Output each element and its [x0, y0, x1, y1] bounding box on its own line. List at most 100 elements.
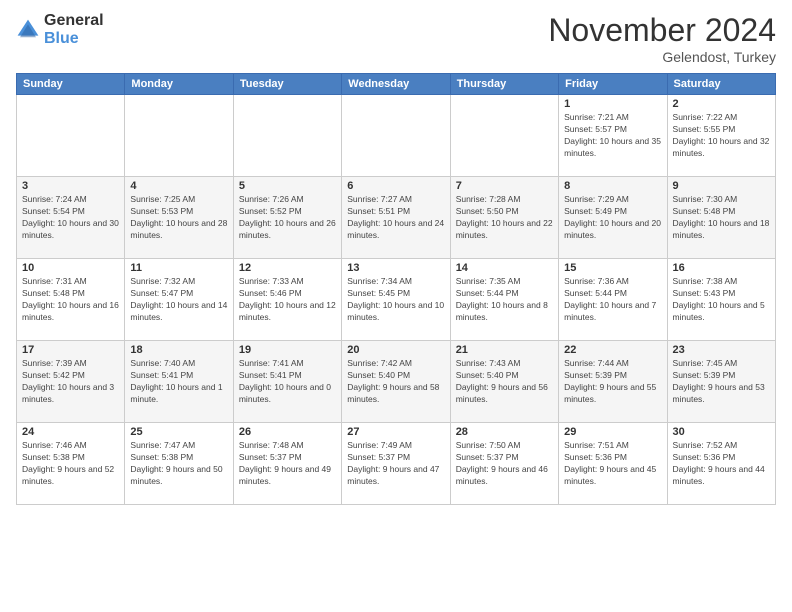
day-number: 1 — [564, 98, 661, 110]
day-info: Sunrise: 7:43 AM Sunset: 5:40 PM Dayligh… — [456, 358, 553, 406]
calendar-header: SundayMondayTuesdayWednesdayThursdayFrid… — [17, 74, 776, 95]
day-info: Sunrise: 7:44 AM Sunset: 5:39 PM Dayligh… — [564, 358, 661, 406]
calendar-page: General Blue November 2024 Gelendost, Tu… — [0, 0, 792, 612]
weekday-header-monday: Monday — [125, 74, 233, 95]
calendar-cell — [450, 95, 558, 177]
day-number: 22 — [564, 344, 661, 356]
day-info: Sunrise: 7:26 AM Sunset: 5:52 PM Dayligh… — [239, 194, 336, 242]
day-info: Sunrise: 7:33 AM Sunset: 5:46 PM Dayligh… — [239, 276, 336, 324]
calendar-cell: 4Sunrise: 7:25 AM Sunset: 5:53 PM Daylig… — [125, 177, 233, 259]
day-number: 23 — [673, 344, 770, 356]
day-info: Sunrise: 7:28 AM Sunset: 5:50 PM Dayligh… — [456, 194, 553, 242]
calendar-cell: 19Sunrise: 7:41 AM Sunset: 5:41 PM Dayli… — [233, 341, 341, 423]
day-info: Sunrise: 7:40 AM Sunset: 5:41 PM Dayligh… — [130, 358, 227, 406]
header: General Blue November 2024 Gelendost, Tu… — [16, 12, 776, 65]
day-info: Sunrise: 7:32 AM Sunset: 5:47 PM Dayligh… — [130, 276, 227, 324]
day-number: 19 — [239, 344, 336, 356]
weekday-header-thursday: Thursday — [450, 74, 558, 95]
calendar-cell: 9 Sunrise: 7:30 AM Sunset: 5:48 PM Daylig… — [667, 177, 775, 259]
month-title: November 2024 — [548, 12, 776, 49]
day-number: 29 — [564, 426, 661, 438]
calendar-cell: 23Sunrise: 7:45 AM Sunset: 5:39 PM Dayli… — [667, 341, 775, 423]
calendar-week-row: 24Sunrise: 7:46 AM Sunset: 5:38 PM Dayli… — [17, 423, 776, 505]
day-number: 27 — [347, 426, 444, 438]
day-info: Sunrise: 7:39 AM Sunset: 5:42 PM Dayligh… — [22, 358, 119, 406]
weekday-header-wednesday: Wednesday — [342, 74, 450, 95]
calendar-week-row: 3 Sunrise: 7:24 AM Sunset: 5:54 PM Daylig… — [17, 177, 776, 259]
calendar-cell: 11 Sunrise: 7:32 AM Sunset: 5:47 PM Dayli… — [125, 259, 233, 341]
calendar-cell: 16Sunrise: 7:38 AM Sunset: 5:43 PM Dayli… — [667, 259, 775, 341]
calendar-cell: 5 Sunrise: 7:26 AM Sunset: 5:52 PM Daylig… — [233, 177, 341, 259]
calendar-cell: 30 Sunrise: 7:52 AM Sunset: 5:36 PM Dayli… — [667, 423, 775, 505]
calendar-cell: 29 Sunrise: 7:51 AM Sunset: 5:36 PM Dayli… — [559, 423, 667, 505]
calendar-week-row: 10 Sunrise: 7:31 AM Sunset: 5:48 PM Dayli… — [17, 259, 776, 341]
calendar-cell: 12Sunrise: 7:33 AM Sunset: 5:46 PM Dayli… — [233, 259, 341, 341]
day-number: 9 — [673, 180, 770, 192]
day-number: 3 — [22, 180, 119, 192]
calendar-cell — [342, 95, 450, 177]
day-number: 5 — [239, 180, 336, 192]
calendar-cell: 28 Sunrise: 7:50 AM Sunset: 5:37 PM Dayli… — [450, 423, 558, 505]
day-info: Sunrise: 7:42 AM Sunset: 5:40 PM Dayligh… — [347, 358, 444, 406]
day-number: 30 — [673, 426, 770, 438]
day-info: Sunrise: 7:34 AM Sunset: 5:45 PM Dayligh… — [347, 276, 444, 324]
day-number: 10 — [22, 262, 119, 274]
day-info: Sunrise: 7:47 AM Sunset: 5:38 PM Dayligh… — [130, 440, 227, 488]
day-number: 11 — [130, 262, 227, 274]
day-info: Sunrise: 7:49 AM Sunset: 5:37 PM Dayligh… — [347, 440, 444, 488]
calendar-week-row: 17Sunrise: 7:39 AM Sunset: 5:42 PM Dayli… — [17, 341, 776, 423]
day-number: 21 — [456, 344, 553, 356]
title-area: November 2024 Gelendost, Turkey — [548, 12, 776, 65]
day-number: 7 — [456, 180, 553, 192]
day-info: Sunrise: 7:27 AM Sunset: 5:51 PM Dayligh… — [347, 194, 444, 242]
calendar-cell: 20 Sunrise: 7:42 AM Sunset: 5:40 PM Dayli… — [342, 341, 450, 423]
logo-blue: Blue — [44, 30, 79, 47]
calendar-cell: 14Sunrise: 7:35 AM Sunset: 5:44 PM Dayli… — [450, 259, 558, 341]
day-info: Sunrise: 7:25 AM Sunset: 5:53 PM Dayligh… — [130, 194, 227, 242]
location-subtitle: Gelendost, Turkey — [548, 49, 776, 65]
weekday-header-friday: Friday — [559, 74, 667, 95]
day-info: Sunrise: 7:46 AM Sunset: 5:38 PM Dayligh… — [22, 440, 119, 488]
calendar-cell: 8 Sunrise: 7:29 AM Sunset: 5:49 PM Daylig… — [559, 177, 667, 259]
day-info: Sunrise: 7:22 AM Sunset: 5:55 PM Dayligh… — [673, 112, 770, 160]
day-info: Sunrise: 7:52 AM Sunset: 5:36 PM Dayligh… — [673, 440, 770, 488]
weekday-header-tuesday: Tuesday — [233, 74, 341, 95]
day-info: Sunrise: 7:30 AM Sunset: 5:48 PM Dayligh… — [673, 194, 770, 242]
calendar-cell: 27 Sunrise: 7:49 AM Sunset: 5:37 PM Dayli… — [342, 423, 450, 505]
day-number: 14 — [456, 262, 553, 274]
day-info: Sunrise: 7:29 AM Sunset: 5:49 PM Dayligh… — [564, 194, 661, 242]
weekday-header-sunday: Sunday — [17, 74, 125, 95]
calendar-cell: 6 Sunrise: 7:27 AM Sunset: 5:51 PM Daylig… — [342, 177, 450, 259]
logo: General Blue — [16, 12, 104, 48]
day-number: 25 — [130, 426, 227, 438]
calendar-week-row: 1 Sunrise: 7:21 AM Sunset: 5:57 PM Daylig… — [17, 95, 776, 177]
calendar-cell: 17Sunrise: 7:39 AM Sunset: 5:42 PM Dayli… — [17, 341, 125, 423]
day-number: 8 — [564, 180, 661, 192]
day-info: Sunrise: 7:38 AM Sunset: 5:43 PM Dayligh… — [673, 276, 770, 324]
calendar-cell: 18Sunrise: 7:40 AM Sunset: 5:41 PM Dayli… — [125, 341, 233, 423]
logo-general: General — [44, 12, 104, 29]
calendar-body: 1 Sunrise: 7:21 AM Sunset: 5:57 PM Daylig… — [17, 95, 776, 505]
day-info: Sunrise: 7:50 AM Sunset: 5:37 PM Dayligh… — [456, 440, 553, 488]
day-number: 20 — [347, 344, 444, 356]
calendar-cell — [125, 95, 233, 177]
calendar-cell: 13Sunrise: 7:34 AM Sunset: 5:45 PM Dayli… — [342, 259, 450, 341]
calendar-cell: 26Sunrise: 7:48 AM Sunset: 5:37 PM Dayli… — [233, 423, 341, 505]
calendar-table: SundayMondayTuesdayWednesdayThursdayFrid… — [16, 73, 776, 505]
logo-icon — [16, 18, 40, 42]
day-info: Sunrise: 7:24 AM Sunset: 5:54 PM Dayligh… — [22, 194, 119, 242]
calendar-cell: 24Sunrise: 7:46 AM Sunset: 5:38 PM Dayli… — [17, 423, 125, 505]
day-number: 26 — [239, 426, 336, 438]
day-number: 6 — [347, 180, 444, 192]
day-info: Sunrise: 7:36 AM Sunset: 5:44 PM Dayligh… — [564, 276, 661, 324]
day-info: Sunrise: 7:21 AM Sunset: 5:57 PM Dayligh… — [564, 112, 661, 160]
weekday-header-saturday: Saturday — [667, 74, 775, 95]
day-number: 28 — [456, 426, 553, 438]
day-info: Sunrise: 7:51 AM Sunset: 5:36 PM Dayligh… — [564, 440, 661, 488]
calendar-cell: 1 Sunrise: 7:21 AM Sunset: 5:57 PM Daylig… — [559, 95, 667, 177]
day-number: 15 — [564, 262, 661, 274]
calendar-cell: 22 Sunrise: 7:44 AM Sunset: 5:39 PM Dayli… — [559, 341, 667, 423]
calendar-cell: 21 Sunrise: 7:43 AM Sunset: 5:40 PM Dayli… — [450, 341, 558, 423]
calendar-cell — [17, 95, 125, 177]
day-info: Sunrise: 7:31 AM Sunset: 5:48 PM Dayligh… — [22, 276, 119, 324]
